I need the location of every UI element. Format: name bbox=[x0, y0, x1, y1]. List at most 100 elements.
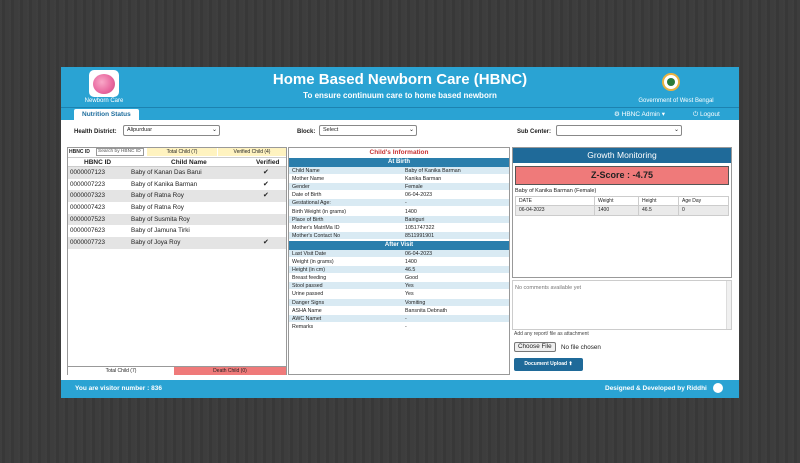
table-row[interactable]: 0000007123 Baby of Kanan Das Barui ✔ bbox=[68, 167, 286, 179]
comments-scrollbar[interactable] bbox=[726, 281, 731, 329]
child-name-cell: Baby of Joya Roy bbox=[131, 239, 181, 247]
growth-table-header: DATE Weight Height Age Day bbox=[516, 197, 728, 206]
hbnc-id-cell: 0000007723 bbox=[70, 239, 106, 247]
info-value: Baby of Kanika Barman bbox=[405, 168, 461, 174]
info-key: Breast feeding bbox=[292, 275, 327, 282]
baby-name: Baby of Kanika Barman (Female) bbox=[515, 188, 597, 194]
info-value: 1400 bbox=[405, 259, 417, 265]
logo-caption: Newborn Care bbox=[84, 98, 124, 104]
after-visit-row: Weight (in grams) 1400 bbox=[289, 258, 509, 267]
subcenter-select[interactable]: ⌄ bbox=[556, 125, 682, 136]
info-key: Height (in cm) bbox=[292, 267, 325, 274]
child-name-cell: Baby of Kanika Barman bbox=[131, 180, 198, 188]
search-label: HBNC ID bbox=[69, 149, 90, 155]
choose-file-button[interactable]: Choose File bbox=[514, 342, 556, 352]
verified-check-icon: ✔ bbox=[263, 169, 269, 176]
search-input[interactable]: Search by HBNC ID bbox=[96, 148, 144, 156]
comments-placeholder: No comments available yet bbox=[515, 285, 582, 291]
info-value: Good bbox=[405, 275, 418, 282]
after-visit-row: Last Visit Date 06-04-2023 bbox=[289, 249, 509, 258]
info-value: Kanika Barman bbox=[405, 176, 442, 183]
info-value: 06-04-2023 bbox=[405, 192, 433, 199]
growth-col-date: DATE bbox=[516, 197, 595, 206]
column-header-name: Child Name bbox=[171, 159, 207, 166]
info-key: Mother's Contact No bbox=[292, 232, 341, 239]
at-birth-row: Gestational Age: - bbox=[289, 199, 509, 208]
child-name-cell: Baby of Ratna Roy bbox=[131, 192, 184, 200]
subcenter-label: Sub Center: bbox=[517, 129, 552, 135]
district-select-value: Alipurduar bbox=[127, 127, 153, 133]
at-birth-row: Mother's MatriMa ID 1051747322 bbox=[289, 224, 509, 232]
hbnc-logo bbox=[89, 70, 119, 97]
table-row[interactable]: 0000007523 Baby of Susmita Roy bbox=[68, 213, 286, 226]
developer-credit: Designed & Developed by Riddhi bbox=[605, 385, 707, 392]
district-select[interactable]: Alipurduar ⌄ bbox=[123, 125, 220, 136]
filter-bar: Health District: Alipurduar ⌄ Block: Sele… bbox=[61, 120, 739, 144]
navbar: Nutrition Status ⚙ HBNC Admin ▾ ⏻ Logout bbox=[61, 107, 739, 121]
table-row[interactable]: 0000007723 Baby of Joya Roy ✔ bbox=[68, 237, 286, 249]
info-value: 1051747322 bbox=[405, 224, 435, 231]
comments-box[interactable]: No comments available yet bbox=[512, 280, 732, 330]
document-upload-button[interactable]: Document Upload ⬆ bbox=[514, 358, 583, 371]
footer-death-child[interactable]: Death Child (0) bbox=[174, 367, 286, 375]
after-visit-row: ASHA Name Bansnita Debnath bbox=[289, 307, 509, 315]
block-select[interactable]: Select ⌄ bbox=[319, 125, 417, 136]
info-key: Stool passed bbox=[292, 283, 323, 290]
info-key: Urine passed bbox=[292, 291, 324, 298]
info-key: Gestational Age: bbox=[292, 200, 331, 207]
table-row[interactable]: 0000007323 Baby of Ratna Roy ✔ bbox=[68, 190, 286, 203]
total-child-badge[interactable]: Total Child (7) bbox=[147, 148, 217, 156]
chevron-down-icon: ⌄ bbox=[408, 127, 414, 133]
app-window: Newborn Care Home Based Newborn Care (HB… bbox=[61, 67, 739, 398]
growth-col-weight: Weight bbox=[595, 197, 639, 206]
column-header-id: HBNC ID bbox=[84, 159, 112, 166]
attachment-label: Add any report/ file as attachment bbox=[514, 331, 589, 337]
file-status-text: No file chosen bbox=[561, 344, 601, 351]
info-value: Bairiguri bbox=[405, 216, 425, 223]
info-key: Child Name bbox=[292, 168, 320, 174]
table-row[interactable]: 0000007223 Baby of Kanika Barman ✔ bbox=[68, 179, 286, 191]
logout-button[interactable]: ⏻ Logout bbox=[693, 109, 720, 120]
column-header-verified: Verified bbox=[256, 159, 280, 166]
info-value: 46.5 bbox=[405, 267, 416, 274]
info-key: Danger Signs bbox=[292, 299, 325, 306]
at-birth-row: Gender Female bbox=[289, 183, 509, 192]
growth-cell-age: 0 bbox=[682, 207, 685, 213]
footer: You are visitor number : 836 Designed & … bbox=[61, 380, 739, 398]
child-information-panel: Child's Information At Birth Child Name Ba… bbox=[288, 147, 510, 375]
after-visit-row: Breast feeding Good bbox=[289, 274, 509, 283]
table-row[interactable]: 0000007423 Baby of Ratna Roy bbox=[68, 202, 286, 214]
hbnc-id-cell: 0000007623 bbox=[70, 227, 106, 235]
info-value: Bansnita Debnath bbox=[405, 307, 448, 314]
hbnc-id-cell: 0000007123 bbox=[70, 169, 106, 176]
info-key: Gender bbox=[292, 184, 310, 191]
growth-col-age: Age Day bbox=[682, 198, 702, 204]
verified-check-icon: ✔ bbox=[263, 239, 269, 247]
child-list-panel: HBNC ID Search by HBNC ID Total Child (7… bbox=[67, 147, 287, 375]
info-value: 06-04-2023 bbox=[405, 250, 433, 257]
growth-table-row: 06-04-2023 1400 46.5 0 bbox=[516, 206, 728, 215]
child-name-cell: Baby of Susmita Roy bbox=[131, 215, 190, 223]
hbnc-id-cell: 0000007423 bbox=[70, 204, 106, 212]
list-toolbar: HBNC ID Search by HBNC ID Total Child (7… bbox=[68, 148, 286, 157]
footer-total-child[interactable]: Total Child (7) bbox=[68, 367, 174, 375]
verified-child-badge[interactable]: Verified Child (4) bbox=[218, 148, 286, 156]
child-name-cell: Baby of Kanan Das Barui bbox=[131, 169, 202, 176]
info-key: Mother Name bbox=[292, 176, 325, 183]
table-row[interactable]: 0000007623 Baby of Jamuna Tirki bbox=[68, 225, 286, 237]
admin-menu[interactable]: ⚙ HBNC Admin ▾ bbox=[614, 109, 665, 120]
section-after-visit: After Visit bbox=[289, 240, 509, 250]
info-value: - bbox=[405, 315, 407, 322]
growth-cell-date: 06-04-2023 bbox=[516, 206, 595, 215]
growth-cell-height: 46.5 bbox=[639, 206, 679, 215]
after-visit-row: Remarks - bbox=[289, 323, 509, 331]
info-value: 8511991901 bbox=[405, 232, 435, 239]
child-list: 0000007123 Baby of Kanan Das Barui ✔ 000000… bbox=[68, 167, 286, 249]
at-birth-row: Date of Birth 06-04-2023 bbox=[289, 191, 509, 200]
verified-check-icon: ✔ bbox=[263, 180, 269, 188]
info-key: Mother's MatriMa ID bbox=[292, 224, 340, 231]
at-birth-row: Birth Weight (in grams) 1400 bbox=[289, 208, 509, 216]
page-subtitle: To ensure continuum care to home based n… bbox=[303, 91, 497, 100]
growth-monitoring-title: Growth Monitoring bbox=[513, 148, 731, 163]
info-key: Place of Birth bbox=[292, 216, 324, 223]
